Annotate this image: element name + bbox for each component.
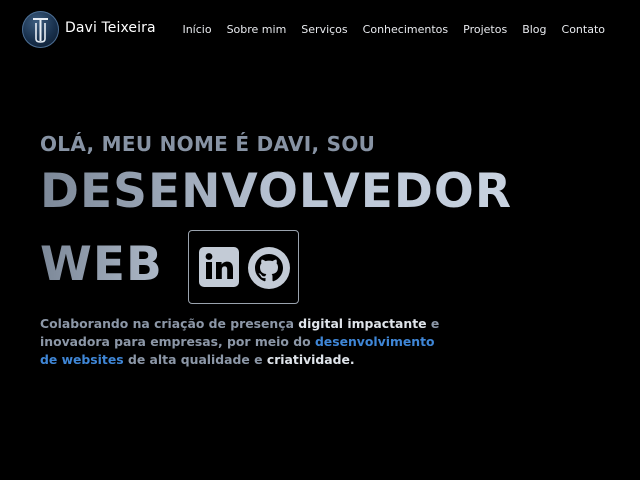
hero-title-line2: WEB	[40, 237, 163, 292]
nav-item-projetos[interactable]: Projetos	[463, 23, 507, 36]
desc-highlight: criatividade	[266, 352, 350, 367]
linkedin-icon[interactable]	[198, 246, 240, 292]
nav-item-conhecimentos[interactable]: Conhecimentos	[363, 23, 448, 36]
nav-item-blog[interactable]: Blog	[522, 23, 546, 36]
nav-item-contato[interactable]: Contato	[562, 23, 605, 36]
github-icon[interactable]	[247, 246, 291, 294]
hero-kicker: OLÁ, MEU NOME É DAVI, SOU	[40, 132, 376, 156]
logo-icon[interactable]	[22, 11, 59, 48]
desc-text: de alta qualidade e	[123, 352, 267, 367]
nav-item-servicos[interactable]: Serviços	[301, 23, 347, 36]
desc-text: .	[349, 352, 355, 367]
social-links	[188, 230, 299, 304]
hero-description: Colaborando na criação de presença digit…	[40, 315, 440, 369]
brand-name[interactable]: Davi Teixeira	[65, 20, 156, 36]
nav-item-inicio[interactable]: Início	[182, 23, 211, 36]
desc-text: Colaborando na criação de presença	[40, 316, 299, 331]
main-nav: Início Sobre mim Serviços Conhecimentos …	[182, 23, 605, 36]
nav-item-sobre-mim[interactable]: Sobre mim	[227, 23, 287, 36]
hero-title-line1: DESENVOLVEDOR	[40, 164, 513, 219]
header: Davi Teixeira Início Sobre mim Serviços …	[0, 0, 640, 60]
desc-highlight: digital impactante	[298, 316, 427, 331]
